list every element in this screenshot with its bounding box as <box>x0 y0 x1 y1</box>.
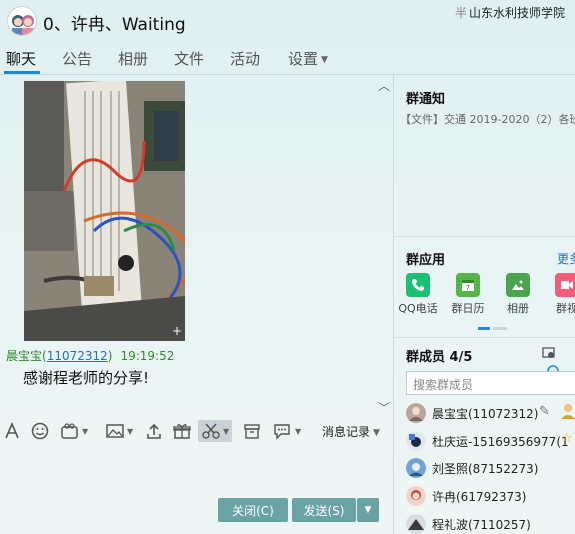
svg-text:+: + <box>172 324 182 338</box>
message-history-label: 消息记录 <box>322 425 371 439</box>
star-icon: ☆ <box>561 431 573 446</box>
member-name: 晨宝宝(11072312) <box>432 406 539 421</box>
svg-text:7: 7 <box>466 284 470 292</box>
group-apps-title: 群应用 <box>406 253 446 268</box>
tab-announcement[interactable]: 公告 <box>62 48 92 69</box>
member-item[interactable]: 程礼波(7110257) <box>406 512 531 534</box>
sender-name[interactable]: 晨宝宝 <box>6 349 42 363</box>
album-icon <box>506 273 530 297</box>
member-item[interactable]: 许冉(61792373) <box>406 484 526 508</box>
tab-settings-label: 设置 <box>288 50 319 68</box>
member-name: 刘圣照(87152273) <box>432 461 539 476</box>
pager-dot-active[interactable] <box>478 327 490 330</box>
app-qq-call[interactable]: QQ电话 <box>396 273 440 316</box>
group-avatar[interactable] <box>7 6 37 36</box>
notice-separator <box>394 236 575 237</box>
avatar <box>406 403 426 423</box>
school-prefix: 半 <box>454 6 467 20</box>
scroll-down-chevron-icon[interactable]: ﹀ <box>378 399 390 416</box>
owner-icon <box>561 403 575 423</box>
scroll-up-chevron-icon[interactable]: ︿ <box>378 77 390 94</box>
sender-id-link[interactable]: 11072312 <box>47 349 108 363</box>
avatar <box>406 486 426 506</box>
title-bar: 0、许冉、Waiting 半山东水利技师学院 <box>0 0 575 42</box>
send-button[interactable]: 发送(S) <box>292 498 356 522</box>
member-settings-icon[interactable] <box>542 346 556 360</box>
shared-photo[interactable]: + <box>24 81 185 341</box>
group-members-title: 群成员 4/5 <box>406 350 473 365</box>
video-icon <box>555 273 575 297</box>
app-label: QQ电话 <box>398 302 438 315</box>
app-label: 群视 <box>556 302 575 315</box>
close-button[interactable]: 关闭(C) <box>218 498 288 522</box>
send-options-chevron-icon[interactable]: ▼ <box>357 498 379 522</box>
avatar <box>406 431 426 451</box>
member-search-input[interactable]: 搜索群成员 <box>406 371 575 395</box>
phone-icon <box>406 273 430 297</box>
sender-paren-close: ) <box>107 349 113 363</box>
group-notice-title[interactable]: 群通知 <box>406 88 445 107</box>
tab-chat[interactable]: 聊天 <box>6 48 36 69</box>
chat-area[interactable]: + ︿ 晨宝宝(11072312) 19:19:52 感谢程老师的分享! ﹀ <box>0 75 393 415</box>
chevron-down-icon: ▼ <box>82 426 89 436</box>
chevron-down-icon: ▼ <box>295 426 302 436</box>
member-name: 程礼波(7110257) <box>432 517 531 532</box>
gift-icon[interactable] <box>173 420 191 442</box>
archive-icon[interactable] <box>243 420 261 442</box>
chevron-down-icon: ▼ <box>127 426 134 436</box>
font-icon[interactable] <box>3 420 21 442</box>
pager-dot[interactable] <box>493 327 507 330</box>
message-time: 19:19:52 <box>120 349 175 363</box>
member-name: 许冉(61792373) <box>432 489 527 504</box>
input-toolbar: ▼ ▼ ▼ ▼ 消息记录 ▼ <box>0 416 393 446</box>
avatar <box>406 514 426 534</box>
apps-separator <box>394 337 575 338</box>
tab-settings[interactable]: 设置 ▼ <box>288 48 328 69</box>
upload-icon[interactable] <box>145 420 163 442</box>
caret-down-icon: ▼ <box>373 427 380 438</box>
more-chat-icon[interactable]: ▼ <box>273 420 301 442</box>
message-text: 感谢程老师的分享! <box>23 369 150 387</box>
member-item[interactable]: 晨宝宝(11072312) <box>406 401 538 425</box>
tab-album[interactable]: 相册 <box>118 48 148 69</box>
message-history-button[interactable]: 消息记录 ▼ <box>322 423 380 440</box>
emoji-icon[interactable] <box>31 420 49 442</box>
edit-icon[interactable]: ✎ <box>539 404 550 419</box>
caret-down-icon: ▼ <box>321 54 328 65</box>
window-title: 0、许冉、Waiting <box>43 15 186 35</box>
panel-divider <box>393 75 394 534</box>
calendar-icon: 7 <box>456 273 480 297</box>
school-label: 山东水利技师学院 <box>468 6 565 20</box>
tab-bar: 聊天 公告 相册 文件 活动 设置 ▼ <box>0 44 575 74</box>
message-sender-line: 晨宝宝(11072312) 19:19:52 <box>6 347 174 364</box>
group-notice-text[interactable]: 【文件】交通 2019-2020（2）各班 <box>400 111 575 127</box>
app-album[interactable]: 相册 <box>496 273 540 316</box>
screenshot-scissors-icon[interactable]: ▼ <box>198 420 233 442</box>
tab-activity[interactable]: 活动 <box>230 48 260 69</box>
avatar <box>406 458 426 478</box>
app-group-video[interactable]: 群视 <box>545 273 575 316</box>
apps-more-link[interactable]: 更多 <box>557 250 575 267</box>
member-item[interactable]: 杜庆运-15169356977(1 <box>406 429 569 453</box>
app-label: 相册 <box>507 302 529 315</box>
app-group-calendar[interactable]: 7 群日历 <box>446 273 490 316</box>
chevron-down-icon: ▼ <box>223 426 230 436</box>
app-label: 群日历 <box>451 302 485 315</box>
school-name: 半山东水利技师学院 <box>455 4 565 21</box>
gif-sticker-icon[interactable]: ▼ <box>60 420 88 442</box>
tab-files[interactable]: 文件 <box>174 48 204 69</box>
member-item[interactable]: 刘圣照(87152273) <box>406 456 538 480</box>
member-name: 杜庆运-15169356977(1 <box>432 434 569 449</box>
image-icon[interactable]: ▼ <box>105 420 133 442</box>
